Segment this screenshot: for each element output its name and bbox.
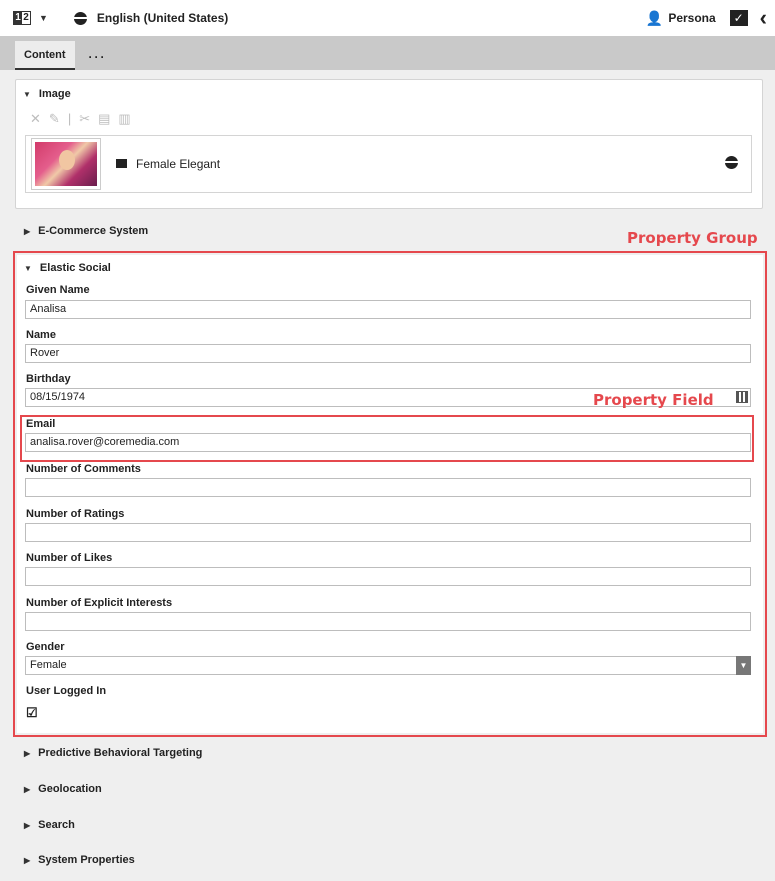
triangle-right-icon: ▶ <box>24 855 31 865</box>
globe-icon <box>73 11 87 25</box>
image-group-header[interactable]: ▼ Image <box>23 88 71 100</box>
group-geolocation[interactable]: ▶ Geolocation <box>24 783 102 795</box>
group-ecommerce[interactable]: ▶ E-Commerce System <box>24 225 148 237</box>
image-link-item[interactable]: Female Elegant <box>25 135 752 193</box>
annotation-property-group: Property Group <box>627 229 758 247</box>
cut-icon[interactable]: ✂ <box>79 111 90 127</box>
persona-icon: 👤 <box>645 9 664 26</box>
top-bar: 1 2 ▼ English (United States) 👤 Persona … <box>0 0 775 36</box>
triangle-right-icon: ▶ <box>24 784 31 794</box>
picture-icon <box>116 159 127 168</box>
persona-label: Persona <box>668 11 716 25</box>
property-field-highlight <box>20 415 754 462</box>
group-system-properties[interactable]: ▶ System Properties <box>24 854 135 866</box>
separator: | <box>67 111 72 126</box>
close-icon[interactable]: ✕ <box>30 111 41 127</box>
language-selector[interactable]: English (United States) <box>97 11 228 25</box>
property-group-highlight <box>13 251 767 737</box>
copy-icon[interactable]: ▥ <box>118 111 130 127</box>
triangle-down-icon: ▼ <box>23 89 31 99</box>
paste-icon[interactable]: ▤ <box>98 111 110 127</box>
image-group: ▼ Image ✕ ✎ | ✂ ▤ ▥ Female Elegant <box>15 79 763 209</box>
group-search[interactable]: ▶ Search <box>24 819 75 831</box>
chevron-left-icon[interactable]: ‹ <box>760 7 767 29</box>
approve-icon[interactable]: ✓ <box>729 10 748 26</box>
pencil-icon[interactable]: ✎ <box>49 111 60 127</box>
more-tabs-button[interactable]: ··· <box>89 44 107 70</box>
group-pbt[interactable]: ▶ Predictive Behavioral Targeting <box>24 747 202 759</box>
chevron-down-icon[interactable]: ▼ <box>39 13 48 23</box>
annotation-property-field: Property Field <box>593 391 714 409</box>
triangle-right-icon: ▶ <box>24 748 31 758</box>
image-toolbar: ✕ ✎ | ✂ ▤ ▥ <box>30 111 131 127</box>
split-view-icon[interactable]: 1 2 <box>13 11 31 25</box>
triangle-right-icon: ▶ <box>24 820 31 830</box>
image-name: Female Elegant <box>136 157 221 171</box>
image-thumbnail <box>31 138 101 190</box>
tab-content[interactable]: Content <box>15 41 75 70</box>
tab-bar: Content ··· <box>0 36 775 70</box>
globe-icon <box>725 156 738 169</box>
triangle-right-icon: ▶ <box>24 226 31 236</box>
